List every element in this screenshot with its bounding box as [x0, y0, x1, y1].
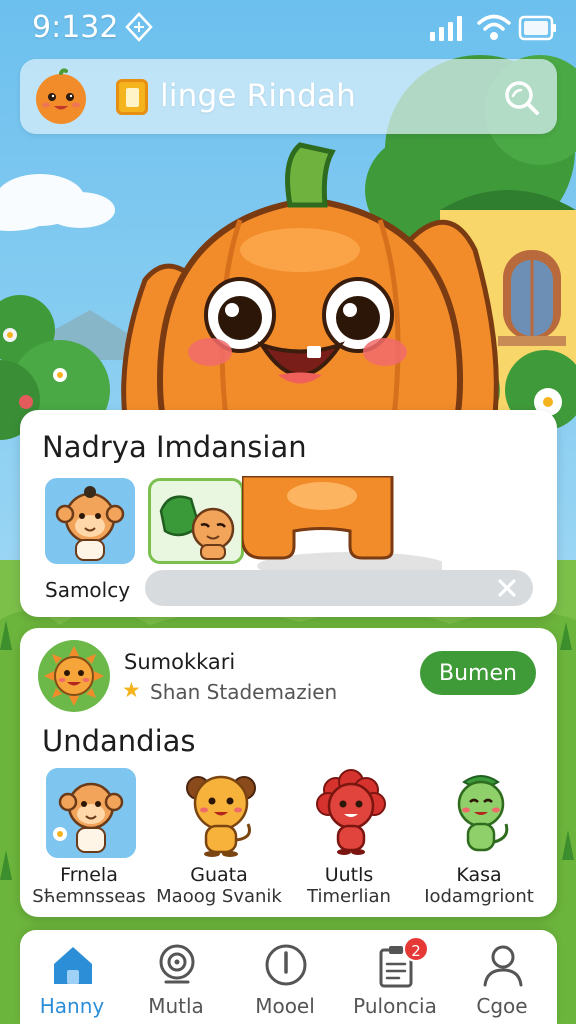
nav-item-clipboard[interactable]: 2 Puloncia [345, 930, 445, 1024]
signal-icon [430, 16, 462, 41]
section-title: Undandias [42, 724, 196, 758]
character-subtitle: Sћemnsseas [32, 886, 146, 907]
battery-icon [518, 15, 556, 41]
location-icon [125, 12, 153, 42]
character-item[interactable]: Frnela Sћemnsseas [24, 768, 154, 908]
profile-avatar[interactable] [38, 640, 110, 712]
featured-card-label: Samolcy [45, 578, 131, 602]
sun-character-icon [44, 646, 104, 706]
nav-label: Mooel [255, 994, 315, 1018]
star-icon: ★ [122, 679, 141, 702]
nav-label: Puloncia [353, 994, 437, 1018]
search-icon[interactable] [501, 77, 541, 117]
featured-thumbnail-2[interactable] [148, 478, 244, 564]
profile-icon [483, 945, 523, 987]
nav-item-target[interactable]: Mutla [126, 930, 226, 1024]
bottom-navigation: Hanny Mutla Mooel 2 Puloncia Cgoe [20, 930, 557, 1024]
pumpkin-avatar-icon[interactable] [32, 67, 90, 125]
red-flower-character-icon [316, 769, 386, 855]
characters-card: Sumokkari ★ Shan Stademazien Bumen Undan… [20, 628, 557, 917]
monkey-character-icon [55, 486, 125, 561]
notification-badge: 2 [403, 936, 429, 962]
nav-item-home[interactable]: Hanny [22, 930, 122, 1024]
close-icon[interactable] [495, 576, 519, 600]
home-icon [54, 947, 92, 984]
monkey-character-icon [46, 768, 136, 858]
featured-card[interactable]: Nadrya Imdansian Samolcy [20, 410, 557, 617]
character-subtitle: Maoog Svanik [156, 886, 282, 907]
featured-thumbnail-1[interactable] [45, 478, 135, 564]
bear-character-icon [186, 775, 256, 857]
profile-name: Sumokkari [124, 650, 236, 674]
character-item[interactable]: Uutls Timerlian [284, 768, 414, 908]
backpack-character-icon [159, 495, 235, 560]
nav-label: Mutla [148, 994, 204, 1018]
progress-bar[interactable] [145, 570, 533, 606]
character-item[interactable]: Guata Maoog Svanik [154, 768, 284, 908]
character-subtitle: Timerlian [307, 886, 391, 907]
nav-label: Cgoe [476, 994, 528, 1018]
header-search-bar[interactable]: linge Rindah [20, 59, 557, 134]
featured-card-title: Nadrya Imdansian [42, 430, 307, 464]
character-item[interactable]: Kasa Iodamgriont [414, 768, 544, 908]
clock-icon [265, 944, 307, 986]
profile-subtitle: Shan Stademazien [150, 680, 338, 704]
action-button[interactable]: Bumen [420, 651, 536, 695]
character-subtitle: Iodamgriont [424, 886, 534, 907]
nav-item-clock[interactable]: Mooel [235, 930, 335, 1024]
green-leaf-character-icon [457, 775, 509, 852]
character-name: Uutls [324, 864, 374, 886]
bookmark-tag-icon [116, 79, 148, 115]
character-name: Guata [190, 864, 248, 886]
status-time: 9:132 [32, 10, 119, 45]
nav-label: Hanny [39, 994, 105, 1018]
header-title: linge Rindah [160, 78, 356, 114]
wifi-icon [477, 14, 511, 40]
character-name: Kasa [456, 864, 502, 886]
character-name: Frnela [60, 864, 118, 886]
status-bar: 9:132 [0, 0, 576, 56]
nav-item-profile[interactable]: Cgoe [452, 930, 552, 1024]
target-icon [159, 944, 195, 984]
